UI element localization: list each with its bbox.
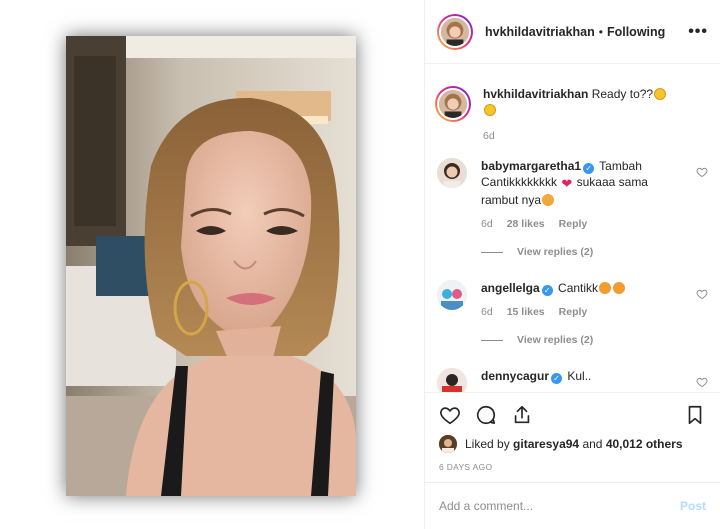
post-date[interactable]: 6 DAYS AGO [439, 462, 706, 472]
like-comment-heart-icon[interactable] [696, 376, 708, 388]
caption-avatar[interactable] [435, 86, 471, 122]
comment-icon[interactable] [475, 404, 497, 426]
author-avatar[interactable] [437, 13, 473, 50]
following-button[interactable]: Following [607, 25, 665, 39]
comment-username[interactable]: angellelga [481, 281, 540, 295]
comment-text: Cantikk [558, 281, 599, 295]
caption-meta: 6d [483, 128, 678, 144]
add-comment-input[interactable] [439, 499, 680, 513]
verified-badge-icon: ✓ [583, 163, 595, 174]
comment-text: Kul.. [567, 369, 592, 383]
likes-others-count[interactable]: 40,012 others [606, 437, 683, 451]
commenter-avatar[interactable] [437, 368, 467, 392]
author-username[interactable]: hvkhildavitriakhan [485, 25, 595, 39]
comment-item: angellelga ✓ Cantikk 6d 15 likes Reply [437, 280, 708, 320]
comment-body: angellelga ✓ Cantikk 6d 15 likes Reply [481, 280, 708, 320]
commenter-avatar-image [437, 280, 467, 310]
action-icon-row [439, 401, 706, 429]
comment-body: dennycagur ✓ Kul.. [481, 368, 708, 392]
share-icon[interactable] [511, 404, 533, 426]
post-comment-button[interactable]: Post [680, 499, 706, 513]
comment-item: babymargaretha1 ✓ Tambah Cantikkkkkkkk ❤ … [437, 158, 708, 232]
post-header: hvkhildavitriakhan • Following ••• [425, 0, 720, 64]
comment-likes[interactable]: 28 likes [507, 216, 545, 232]
comments-list[interactable]: hvkhildavitriakhan Ready to?? 6d babymar… [425, 64, 720, 392]
reply-button[interactable]: Reply [559, 304, 588, 320]
comment-time[interactable]: 6d [481, 216, 493, 232]
likes-prefix: Liked by [465, 437, 510, 451]
liker-username[interactable]: gitaresya94 [513, 437, 579, 451]
more-options-icon[interactable]: ••• [688, 23, 708, 41]
heart-eyes-emoji-icon [542, 194, 555, 206]
selfie-image [66, 36, 356, 496]
post-photo[interactable] [66, 36, 356, 496]
likes-and: and [582, 437, 603, 451]
kissing-emoji-icon [599, 282, 612, 294]
comment-username[interactable]: dennycagur [481, 369, 549, 383]
comment-likes[interactable]: 15 likes [507, 304, 545, 320]
grin-emoji-icon [484, 104, 496, 116]
verified-badge-icon: ✓ [551, 373, 563, 384]
reply-button[interactable]: Reply [559, 216, 588, 232]
liker-avatar-image [439, 435, 457, 453]
add-comment-bar: Post [425, 482, 720, 529]
commenter-avatar[interactable] [437, 280, 467, 310]
view-replies-label: View replies (2) [517, 246, 594, 258]
view-replies-button[interactable]: View replies (2) [481, 246, 708, 258]
comment-meta: 6d 28 likes Reply [481, 216, 678, 232]
post-side-panel: hvkhildavitriakhan • Following ••• hvkhi… [425, 0, 720, 529]
comment-time[interactable]: 6d [481, 304, 493, 320]
caption-body: hvkhildavitriakhan Ready to?? 6d [483, 86, 708, 144]
view-replies-label: View replies (2) [517, 334, 594, 346]
replies-line [481, 251, 503, 253]
commenter-avatar-image [437, 158, 467, 188]
comment-body: babymargaretha1 ✓ Tambah Cantikkkkkkkk ❤ … [481, 158, 708, 232]
header-separator: • [598, 24, 603, 39]
caption: hvkhildavitriakhan Ready to?? 6d [435, 86, 708, 144]
like-comment-heart-icon[interactable] [696, 288, 708, 300]
caption-avatar-image [439, 90, 467, 118]
post-actions: Liked by gitaresya94 and 40,012 others 6… [425, 392, 720, 472]
grin-emoji-icon [654, 88, 667, 100]
likes-summary: Liked by gitaresya94 and 40,012 others [439, 435, 706, 453]
like-comment-heart-icon[interactable] [696, 166, 708, 178]
comment-username[interactable]: babymargaretha1 [481, 159, 581, 173]
bookmark-icon[interactable] [684, 404, 706, 426]
caption-username[interactable]: hvkhildavitriakhan [483, 87, 588, 101]
caption-time[interactable]: 6d [483, 128, 495, 144]
liker-avatar[interactable] [439, 435, 457, 453]
caption-text: Ready to?? [591, 87, 654, 101]
author-avatar-image [441, 17, 469, 46]
comment-meta: 6d 15 likes Reply [481, 304, 678, 320]
verified-badge-icon: ✓ [541, 285, 553, 296]
view-replies-button[interactable]: View replies (2) [481, 334, 708, 346]
commenter-avatar[interactable] [437, 158, 467, 188]
media-pane [0, 0, 424, 529]
heart-icon[interactable] [439, 404, 461, 426]
commenter-avatar-image [437, 368, 467, 392]
kissing-emoji-icon [613, 282, 626, 294]
comment-item: dennycagur ✓ Kul.. [437, 368, 708, 392]
red-heart-emoji-icon: ❤ [561, 176, 573, 191]
replies-line [481, 339, 503, 341]
